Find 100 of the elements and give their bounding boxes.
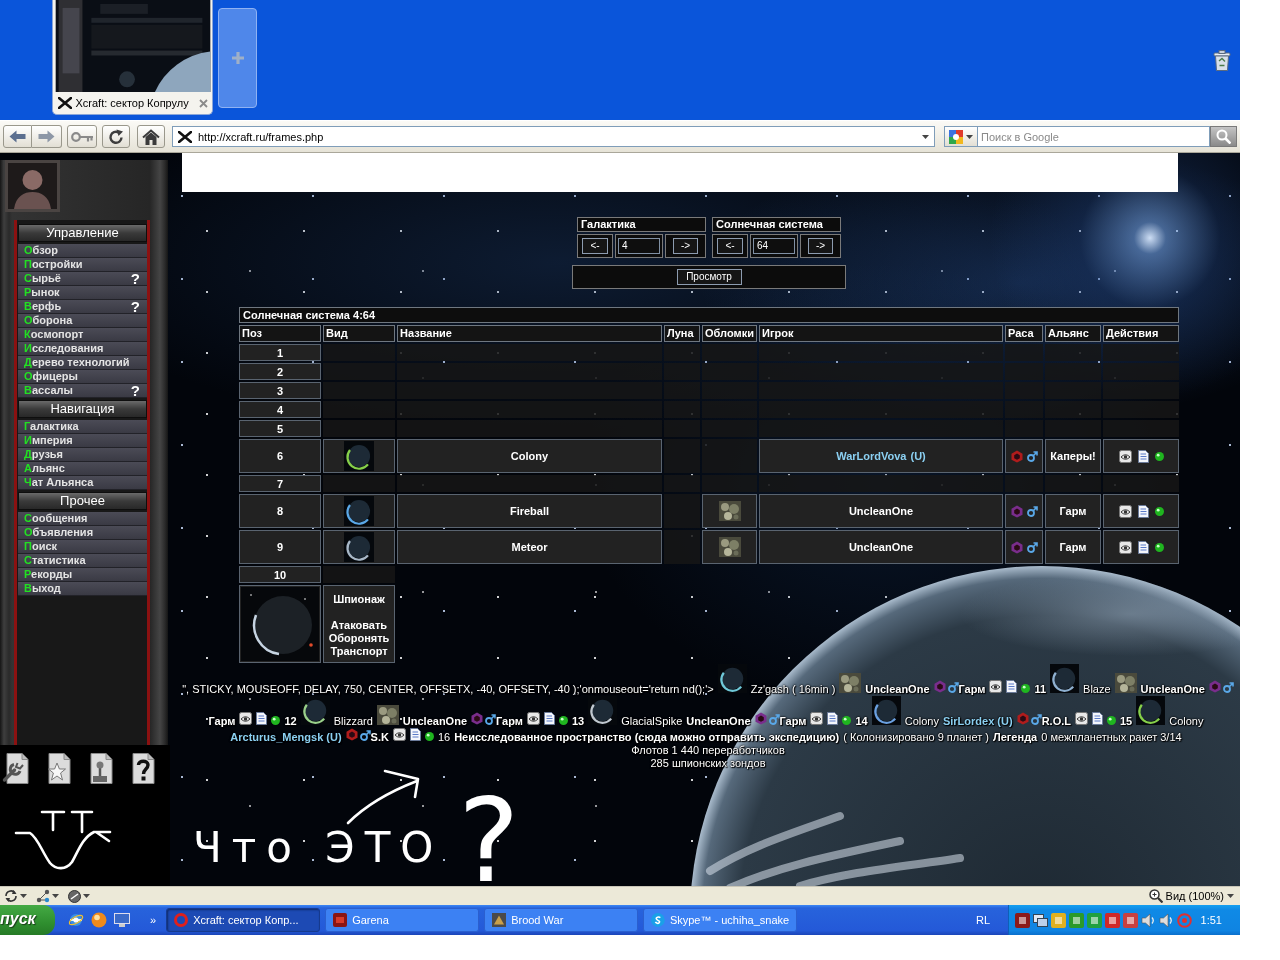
action-link[interactable]: Транспорт	[330, 645, 388, 658]
player-link[interactable]: UncleanOne	[1140, 683, 1205, 695]
taskbar-button[interactable]: Brood War	[484, 908, 639, 932]
status-menu-button[interactable]	[68, 889, 90, 903]
help-link[interactable]: ?	[130, 272, 140, 285]
previous-button[interactable]: <-	[717, 238, 743, 254]
menu-item[interactable]: Обзор	[18, 244, 147, 258]
action-link[interactable]: Оборонять	[328, 632, 390, 645]
alliance-link[interactable]: Гарм	[1059, 541, 1087, 553]
alliance-link[interactable]: Гарм	[779, 715, 807, 727]
caret-icon[interactable]	[1227, 894, 1234, 898]
search-engine-button[interactable]	[944, 126, 978, 147]
menu-item[interactable]: Космопорт	[18, 328, 147, 342]
orb-icon[interactable]	[91, 912, 107, 928]
document-icon[interactable]	[543, 712, 555, 725]
document-icon[interactable]	[1091, 712, 1103, 725]
back-button[interactable]	[3, 125, 32, 148]
browser-tab[interactable]: Xcraft: сектор Копрулу	[52, 0, 213, 115]
language-indicator[interactable]: RL	[975, 914, 990, 926]
help-link[interactable]: ?	[130, 384, 140, 397]
monitor-icon[interactable]	[114, 913, 130, 927]
action-link[interactable]: Шпионаж	[333, 593, 385, 606]
menu-item[interactable]: Рекорды	[18, 568, 147, 582]
document-icon[interactable]	[1137, 540, 1149, 554]
menu-item[interactable]: Вассалы ?	[18, 384, 147, 398]
key-button[interactable]	[67, 125, 97, 148]
menu-item[interactable]: Друзья	[18, 448, 147, 462]
document-icon[interactable]	[1137, 449, 1149, 463]
more-button[interactable]: »	[150, 914, 157, 926]
player-link[interactable]: UncleanOne	[848, 505, 914, 517]
menu-item[interactable]: Верфь ?	[18, 300, 147, 314]
close-icon[interactable]	[198, 98, 208, 108]
number-field[interactable]: 4	[618, 238, 660, 254]
menu-item[interactable]: Чат Альянса	[18, 476, 147, 490]
alliance-link[interactable]: R.O.L	[1041, 715, 1071, 727]
eye-icon[interactable]	[989, 680, 1003, 693]
alliance-link[interactable]: Гарм	[208, 715, 236, 727]
document-icon[interactable]	[256, 712, 268, 725]
trash-icon[interactable]	[1213, 50, 1231, 71]
player-link[interactable]: UncleanOne	[402, 715, 467, 727]
next-button[interactable]: ->	[807, 238, 834, 254]
menu-item[interactable]: Объявления	[18, 526, 147, 540]
menu-item[interactable]: Рынок	[18, 286, 147, 300]
menu-item[interactable]: Исследования	[18, 342, 147, 356]
player-link[interactable]: Arcturus_Mengsk (U)	[230, 731, 342, 743]
taskbar-button[interactable]: Skype™ - uchiha_snake	[643, 908, 798, 932]
alliance-link[interactable]: S.K	[370, 731, 389, 743]
globe-ring-icon[interactable]	[68, 912, 84, 928]
player-link[interactable]: WarLordVova	[836, 450, 907, 462]
reload-button[interactable]	[102, 125, 130, 148]
eye-icon[interactable]	[526, 712, 540, 725]
menu-item[interactable]: Сообщения	[18, 512, 147, 526]
taskbar-button[interactable]: Garena	[325, 908, 480, 932]
player-link[interactable]: UncleanOne	[848, 541, 914, 553]
caret-icon[interactable]	[83, 894, 90, 898]
eye-icon[interactable]	[239, 712, 253, 725]
zoom-button[interactable]: Вид (100%)	[1148, 889, 1234, 903]
eye-icon[interactable]	[1118, 504, 1132, 518]
player-link[interactable]: SirLordex (U)	[942, 715, 1013, 727]
search-button[interactable]	[1210, 126, 1237, 147]
menu-item[interactable]: Оборона	[18, 314, 147, 328]
document-icon[interactable]	[1137, 504, 1149, 518]
document-icon[interactable]	[1006, 680, 1018, 693]
taskbar-button[interactable]: Xcraft: сектор Копр...	[166, 908, 321, 932]
document-icon[interactable]	[409, 728, 421, 741]
menu-item[interactable]: Постройки	[18, 258, 147, 272]
previous-button[interactable]: <-	[582, 238, 608, 254]
menu-item[interactable]: Офицеры	[18, 370, 147, 384]
speaker-icon[interactable]	[1159, 912, 1174, 928]
next-button[interactable]: ->	[672, 238, 699, 254]
player-link[interactable]: UncleanOne	[865, 683, 930, 695]
alliance-link[interactable]: Гарм	[958, 683, 986, 695]
app-tile-icon[interactable]	[1123, 912, 1138, 928]
eye-icon[interactable]	[1118, 540, 1132, 554]
caret-icon[interactable]	[52, 894, 59, 898]
alliance-link[interactable]: Гарм	[496, 715, 523, 727]
app-tile-icon[interactable]	[1105, 912, 1120, 928]
document-icon[interactable]	[827, 712, 839, 725]
eye-icon[interactable]	[810, 712, 824, 725]
app-tile-icon[interactable]	[1087, 912, 1102, 928]
menu-item[interactable]: Выход	[18, 582, 147, 596]
alliance-link[interactable]: Каперы!	[1050, 450, 1096, 462]
eye-icon[interactable]	[1074, 712, 1088, 725]
monitor-icon[interactable]	[1033, 912, 1048, 928]
app-tile-icon[interactable]	[1069, 912, 1084, 928]
menu-item[interactable]: Дерево технологий	[18, 356, 147, 370]
menu-item[interactable]: Галактика	[18, 420, 147, 434]
eye-icon[interactable]	[392, 728, 406, 741]
view-button[interactable]: Просмотр	[676, 269, 742, 285]
help-link[interactable]: ?	[130, 300, 140, 313]
menu-item[interactable]: Статистика	[18, 554, 147, 568]
start-button[interactable]: пуск	[0, 905, 55, 935]
menu-item[interactable]: Поиск	[18, 540, 147, 554]
caret-icon[interactable]	[966, 134, 973, 139]
search-field[interactable]: Поиск в Google	[978, 126, 1210, 147]
caret-icon[interactable]	[922, 134, 929, 139]
speaker-icon[interactable]	[1141, 912, 1156, 928]
caret-icon[interactable]	[20, 894, 27, 898]
forward-button[interactable]	[32, 125, 62, 148]
action-link[interactable]: Атаковать	[330, 619, 388, 632]
